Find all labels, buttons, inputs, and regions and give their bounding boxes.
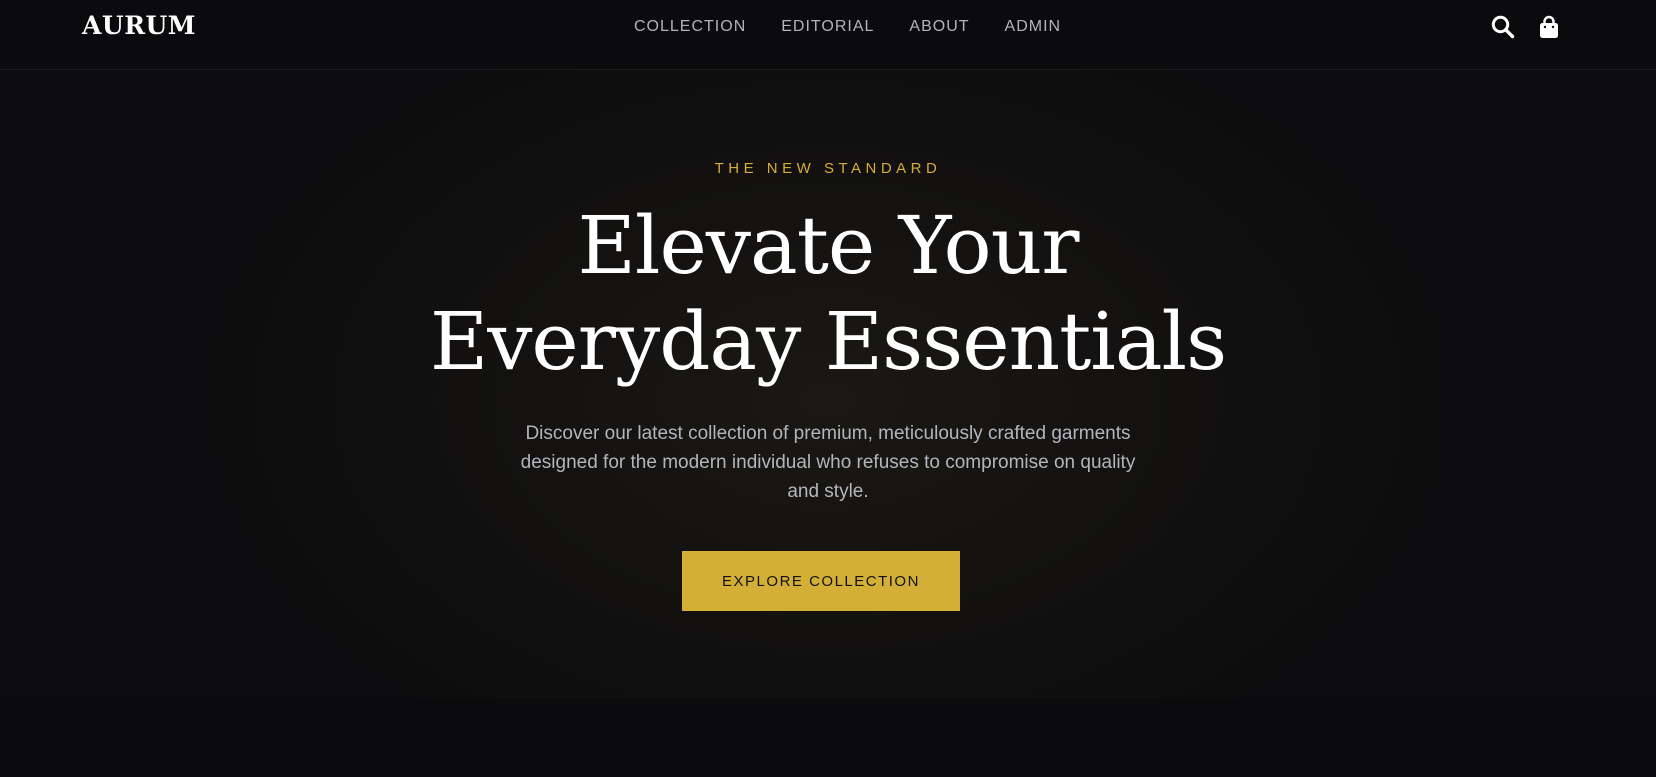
nav-link-about[interactable]: ABOUT <box>909 18 969 36</box>
hero-headline: Elevate Your Everyday Essentials <box>0 198 1656 390</box>
brand-logo[interactable]: AURUM <box>82 10 196 42</box>
hero-eyebrow: THE NEW STANDARD <box>714 160 942 177</box>
search-icon[interactable] <box>1490 14 1516 40</box>
hero-headline-line-1: Elevate Your <box>577 199 1080 292</box>
page-below-hero <box>0 698 1656 777</box>
shopping-bag-icon[interactable] <box>1536 14 1562 40</box>
hero-section: THE NEW STANDARD Elevate Your Everyday E… <box>0 70 1656 698</box>
nav-link-admin[interactable]: ADMIN <box>1005 18 1062 36</box>
top-navigation-bar: AURUM COLLECTION EDITORIAL ABOUT ADMIN <box>0 0 1656 70</box>
hero-description: Discover our latest collection of premiu… <box>520 423 1136 502</box>
nav-link-collection[interactable]: COLLECTION <box>634 18 746 36</box>
hero-headline-line-2: Everyday Essentials <box>429 295 1227 388</box>
explore-collection-button[interactable]: EXPLORE COLLECTION <box>682 551 960 611</box>
nav-link-editorial[interactable]: EDITORIAL <box>781 18 874 36</box>
main-nav: COLLECTION EDITORIAL ABOUT ADMIN <box>634 16 1061 38</box>
